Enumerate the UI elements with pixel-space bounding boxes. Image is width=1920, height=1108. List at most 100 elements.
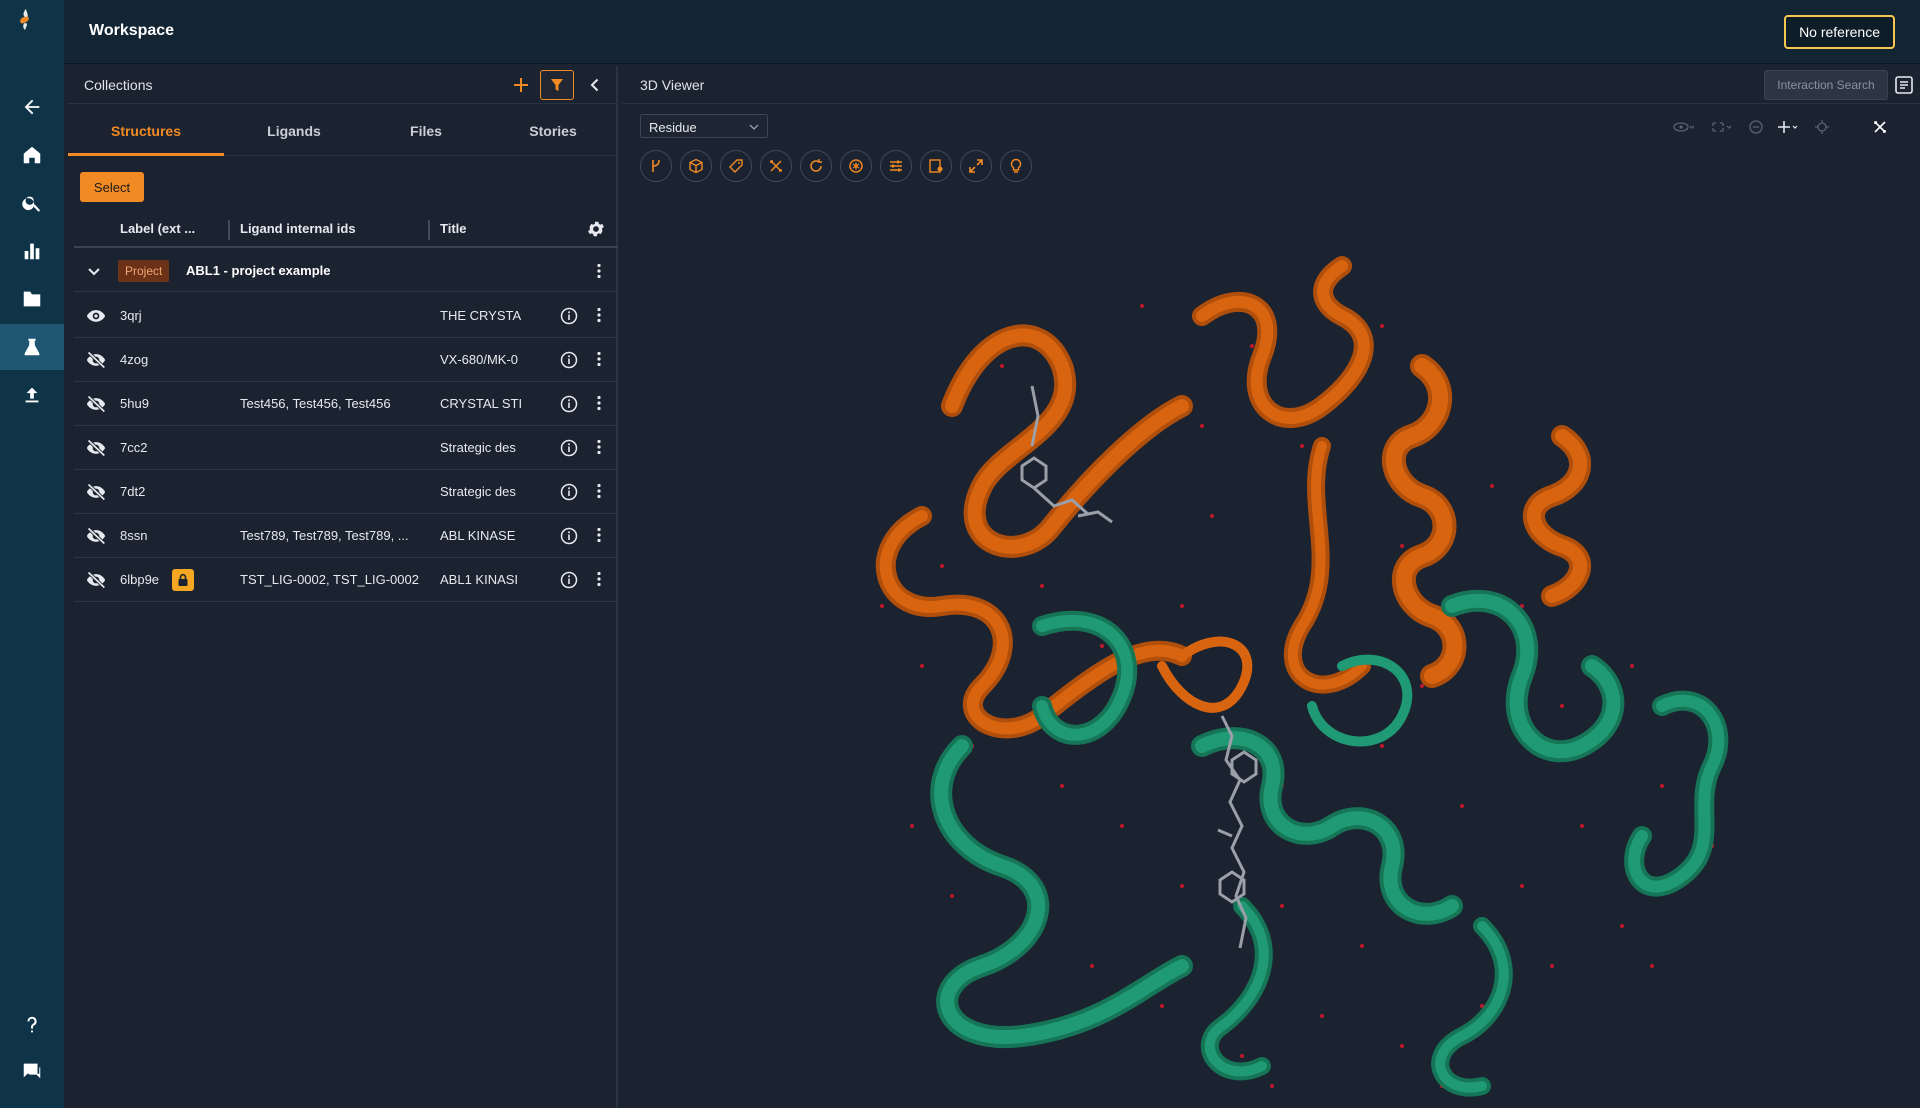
eye-off-icon[interactable] xyxy=(86,571,106,589)
table-header: Label (ext ... Ligand internal ids Title xyxy=(74,210,618,248)
table-row[interactable]: 5hu9 Test456, Test456, Test456 CRYSTAL S… xyxy=(74,382,618,426)
filter-icon xyxy=(551,79,563,91)
info-icon[interactable] xyxy=(560,439,578,457)
surface-tool[interactable] xyxy=(840,150,872,182)
app-root: Workspace No reference Collections Struc… xyxy=(0,0,1920,1108)
nav-chat[interactable] xyxy=(0,1048,64,1094)
project-badge: Project xyxy=(118,260,170,282)
info-icon[interactable] xyxy=(560,571,578,589)
snapshot-tool[interactable] xyxy=(920,150,952,182)
search-icon xyxy=(22,196,41,212)
eye-icon xyxy=(1673,122,1695,132)
tab-files[interactable]: Files xyxy=(364,106,488,156)
upload-icon xyxy=(25,387,39,403)
bar-chart-icon xyxy=(24,243,40,260)
nav-workspace[interactable] xyxy=(0,324,64,370)
reference-button[interactable]: No reference xyxy=(1784,15,1895,49)
row-title: ABL1 KINASI xyxy=(440,572,519,587)
nav-upload[interactable] xyxy=(0,372,64,418)
tab-stories[interactable]: Stories xyxy=(488,106,618,156)
left-rail xyxy=(0,0,64,1108)
chat-icon xyxy=(23,1063,41,1079)
table-row[interactable]: 3qrj THE CRYSTA xyxy=(74,294,618,338)
column-resize-handle[interactable] xyxy=(428,220,430,240)
info-icon[interactable] xyxy=(560,307,578,325)
eye-off-icon[interactable] xyxy=(86,351,106,369)
row-label: 3qrj xyxy=(120,308,142,323)
table-row[interactable]: 7cc2 Strategic des xyxy=(74,426,618,470)
column-title[interactable]: Title xyxy=(440,221,467,236)
visibility-menu[interactable] xyxy=(1670,116,1698,138)
info-icon[interactable] xyxy=(560,527,578,545)
branch-tool[interactable] xyxy=(640,150,672,182)
column-resize-handle[interactable] xyxy=(228,220,230,240)
nav-home[interactable] xyxy=(0,132,64,178)
tab-structures[interactable]: Structures xyxy=(68,106,224,156)
more-vertical-icon[interactable] xyxy=(590,262,608,280)
more-vertical-icon[interactable] xyxy=(590,570,608,588)
project-group-row[interactable]: Project ABL1 - project example xyxy=(74,250,618,292)
nav-search[interactable] xyxy=(0,180,64,226)
center-menu[interactable] xyxy=(1708,116,1736,138)
app-logo[interactable] xyxy=(14,8,50,60)
collapse-panel-button[interactable] xyxy=(582,72,608,98)
nav-help[interactable] xyxy=(0,1002,64,1048)
target-button[interactable] xyxy=(1808,116,1836,138)
molecule-canvas[interactable] xyxy=(622,186,1920,1108)
row-ligands: Test456, Test456, Test456 xyxy=(240,396,391,411)
nav-files[interactable] xyxy=(0,276,64,322)
interactions-tool[interactable] xyxy=(760,150,792,182)
interaction-search-button[interactable]: Interaction Search xyxy=(1764,70,1888,100)
branch-icon xyxy=(652,159,660,172)
selection-mode-dropdown[interactable]: Residue xyxy=(640,114,768,138)
select-button[interactable]: Select xyxy=(80,172,144,202)
more-vertical-icon[interactable] xyxy=(590,394,608,412)
table-row[interactable]: 6lbp9e TST_LIG-0002, TST_LIG-0002 ABL1 K… xyxy=(74,558,618,602)
info-icon[interactable] xyxy=(560,351,578,369)
eye-icon[interactable] xyxy=(86,307,106,325)
label-tool[interactable] xyxy=(720,150,752,182)
column-label[interactable]: Label (ext ... xyxy=(120,221,195,236)
nav-analytics[interactable] xyxy=(0,228,64,274)
filter-button[interactable] xyxy=(540,70,574,100)
viewer-title: 3D Viewer xyxy=(640,77,705,93)
info-icon[interactable] xyxy=(560,395,578,413)
eye-off-icon[interactable] xyxy=(86,395,106,413)
eye-off-icon[interactable] xyxy=(86,439,106,457)
add-button[interactable] xyxy=(508,72,534,98)
table-row[interactable]: 4zog VX-680/MK-0 xyxy=(74,338,618,382)
row-title: ABL KINASE xyxy=(440,528,516,543)
more-vertical-icon[interactable] xyxy=(590,482,608,500)
tab-ligands[interactable]: Ligands xyxy=(224,106,364,156)
export-icon[interactable] xyxy=(1894,75,1914,95)
info-icon[interactable] xyxy=(560,483,578,501)
gear-icon[interactable] xyxy=(586,219,606,239)
viewer-header: 3D Viewer Interaction Search xyxy=(622,66,1920,104)
zoom-out-button[interactable] xyxy=(1742,116,1770,138)
rotate-tool[interactable] xyxy=(800,150,832,182)
back-button[interactable] xyxy=(0,84,64,130)
fullscreen-tool[interactable] xyxy=(960,150,992,182)
asterisk-icon xyxy=(849,159,863,173)
collection-tabs: Structures Ligands Files Stories xyxy=(68,106,618,156)
hint-tool[interactable] xyxy=(1000,150,1032,182)
add-menu[interactable] xyxy=(1774,116,1802,138)
chevron-down-icon[interactable] xyxy=(86,263,102,279)
more-vertical-icon[interactable] xyxy=(590,306,608,324)
lock-icon xyxy=(172,569,194,591)
ligands xyxy=(1020,385,1258,949)
settings-tool[interactable] xyxy=(880,150,912,182)
more-vertical-icon[interactable] xyxy=(590,438,608,456)
clear-interactions-button[interactable] xyxy=(1866,116,1894,138)
more-vertical-icon[interactable] xyxy=(590,350,608,368)
more-vertical-icon[interactable] xyxy=(590,526,608,544)
eye-off-icon[interactable] xyxy=(86,483,106,501)
cube-icon xyxy=(689,158,703,174)
row-label: 7dt2 xyxy=(120,484,146,499)
eye-off-icon[interactable] xyxy=(86,527,106,545)
table-row[interactable]: 8ssn Test789, Test789, Test789, ... ABL … xyxy=(74,514,618,558)
row-ligands: Test789, Test789, Test789, ... xyxy=(240,528,409,543)
table-row[interactable]: 7dt2 Strategic des xyxy=(74,470,618,514)
cube-tool[interactable] xyxy=(680,150,712,182)
column-ligand-ids[interactable]: Ligand internal ids xyxy=(240,221,356,236)
